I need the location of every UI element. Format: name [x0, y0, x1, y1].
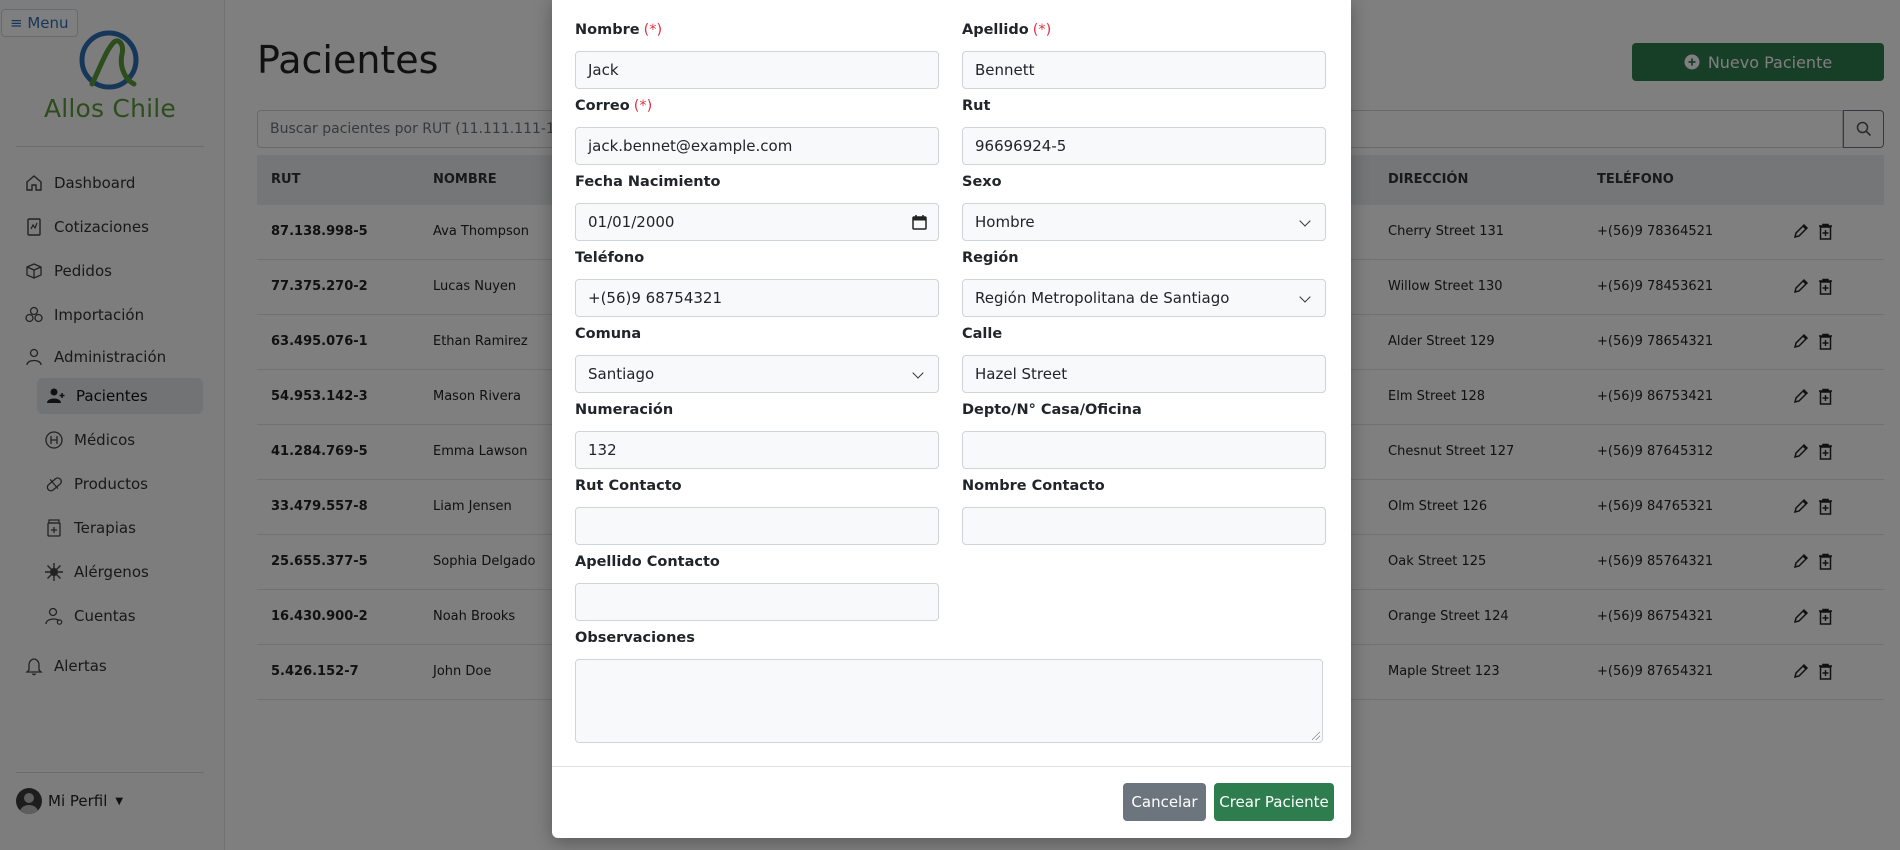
nombre-contacto-field[interactable]	[962, 507, 1326, 545]
field-label: Sexo	[962, 174, 1002, 190]
sexo-select[interactable]: Hombre	[962, 203, 1326, 241]
field-label: Rut	[962, 98, 991, 114]
field-label: Teléfono	[575, 250, 645, 266]
field-label: Depto/N° Casa/Oficina	[962, 402, 1142, 418]
create-patient-button[interactable]: Crear Paciente	[1214, 783, 1334, 821]
fecha-nacimiento-field[interactable]: 01/01/2000	[575, 203, 939, 241]
field-label: Calle	[962, 326, 1003, 342]
field-label: Correo (*)	[575, 98, 653, 114]
nombre-field[interactable]: Jack	[575, 51, 939, 89]
rut-field[interactable]: 96696924-5	[962, 127, 1326, 165]
field-label: Rut Contacto	[575, 478, 682, 494]
field-label: Comuna	[575, 326, 642, 342]
field-label: Apellido Contacto	[575, 554, 720, 570]
region-select[interactable]: Región Metropolitana de Santiago	[962, 279, 1326, 317]
field-label: Nombre (*)	[575, 22, 663, 38]
numeracion-field[interactable]: 132	[575, 431, 939, 469]
date-value: 01/01/2000	[588, 213, 675, 231]
apellido-contacto-field[interactable]	[575, 583, 939, 621]
calendar-icon[interactable]	[912, 214, 927, 230]
field-label: Numeración	[575, 402, 674, 418]
field-label: Observaciones	[575, 630, 695, 646]
field-label: Región	[962, 250, 1019, 266]
field-label: Nombre Contacto	[962, 478, 1105, 494]
new-patient-modal: Nombre (*) Apellido (*) Jack Bennett Corre…	[552, 0, 1351, 838]
telefono-field[interactable]: +(56)9 68754321	[575, 279, 939, 317]
field-label: Fecha Nacimiento	[575, 174, 721, 190]
required-mark: (*)	[633, 98, 653, 114]
observaciones-textarea[interactable]	[575, 659, 1323, 743]
correo-field[interactable]: jack.bennet@example.com	[575, 127, 939, 165]
rut-contacto-field[interactable]	[575, 507, 939, 545]
calle-field[interactable]: Hazel Street	[962, 355, 1326, 393]
comuna-select[interactable]: Santiago	[575, 355, 939, 393]
modal-footer-divider	[552, 766, 1351, 767]
depto-field[interactable]	[962, 431, 1326, 469]
required-mark: (*)	[643, 22, 663, 38]
apellido-field[interactable]: Bennett	[962, 51, 1326, 89]
field-label: Apellido (*)	[962, 22, 1052, 38]
cancel-button[interactable]: Cancelar	[1123, 783, 1206, 821]
required-mark: (*)	[1032, 22, 1052, 38]
